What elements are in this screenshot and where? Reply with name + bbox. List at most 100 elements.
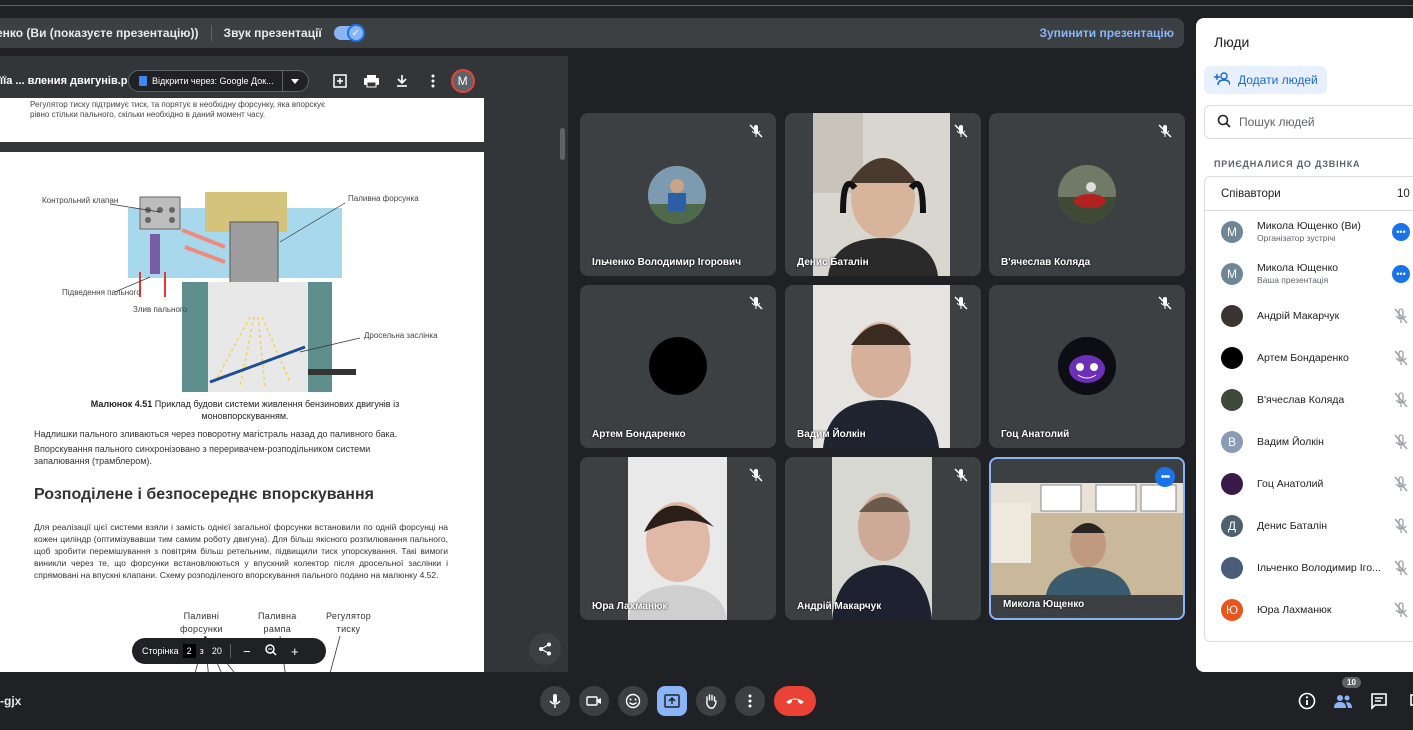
participant-tile[interactable]: Андрій Макарчук <box>785 457 981 620</box>
mic-off-icon[interactable] <box>1392 433 1410 451</box>
search-icon <box>1217 114 1231 131</box>
add-people-button[interactable]: Додати людей <box>1204 66 1327 94</box>
info-icon[interactable] <box>1296 690 1318 712</box>
chevron-down-icon[interactable] <box>281 70 308 92</box>
zoom-in-button[interactable]: + <box>287 644 303 659</box>
injection-diagram: Контрольний клапан Паливна форсунка Підв… <box>42 192 438 392</box>
participant-name: Артем Бондаренко <box>1257 352 1389 364</box>
divider <box>210 25 212 41</box>
joined-section-label: ПРИЄДНАЛИСЯ ДО ДЗВІНКА <box>1214 159 1361 169</box>
participant-name-text: Денис Баталін <box>1257 520 1328 532</box>
avatar <box>1221 473 1243 495</box>
chat-icon[interactable] <box>1368 690 1390 712</box>
raise-hand-button[interactable] <box>696 686 726 716</box>
participant-tile[interactable]: Денис Баталін <box>785 113 981 276</box>
video-feed <box>832 457 932 620</box>
add-comment-icon[interactable] <box>333 74 348 89</box>
participant-row[interactable]: Д Денис Баталін <box>1205 505 1413 547</box>
search-people-input[interactable]: Пошук людей <box>1204 105 1413 139</box>
mic-off-icon[interactable] <box>1392 517 1410 535</box>
group-header[interactable]: Співавтори 10 <box>1205 177 1413 211</box>
avatar <box>1221 557 1243 579</box>
participant-tile[interactable]: В'ячеслав Коляда <box>989 113 1185 276</box>
label-throttle: Дросельна заслінка <box>364 331 438 340</box>
video-feed <box>628 457 727 620</box>
google-docs-icon <box>139 76 147 86</box>
participant-name: Гоц Анатолий <box>1001 429 1070 440</box>
participant-name: Вадим Йолкін <box>797 429 866 440</box>
mic-off-icon[interactable] <box>1392 601 1410 619</box>
check-icon: ✓ <box>346 24 365 42</box>
presenter-label: енко (Ви (показуєте презентацію)) <box>0 26 199 40</box>
participant-row[interactable]: М Микола Ющенко (Ви) Організатор зустрічі •… <box>1205 211 1413 253</box>
more-options-button[interactable] <box>735 686 765 716</box>
zoom-fit-icon[interactable] <box>263 643 279 659</box>
participant-tile[interactable]: Артем Бондаренко <box>580 285 776 448</box>
group-label: Співавтори <box>1221 187 1281 200</box>
more-options-icon[interactable]: ••• <box>1392 265 1410 283</box>
participant-name-text: Микола Ющенко <box>1257 262 1339 274</box>
more-options-icon[interactable]: ••• <box>1392 223 1410 241</box>
participant-name: В'ячеслав Коляда <box>1257 394 1389 406</box>
participant-row[interactable]: Артем Бондаренко <box>1205 337 1413 379</box>
mic-off-icon[interactable] <box>1392 559 1410 577</box>
caption-number: Малюнок 4.51 <box>90 399 153 409</box>
participant-row[interactable]: В Вадим Йолкін <box>1205 421 1413 463</box>
participant-tile[interactable]: Вадим Йолкін <box>785 285 981 448</box>
video-feed <box>813 113 950 276</box>
camera-button[interactable] <box>579 686 609 716</box>
participant-name-text: Артем Бондаренко <box>1257 352 1349 364</box>
participant-row[interactable]: Гоц Анатолий <box>1205 463 1413 505</box>
activities-icon[interactable] <box>1404 690 1413 712</box>
mic-off-icon <box>1158 296 1172 310</box>
divider <box>229 644 231 658</box>
participant-tile[interactable]: Ільченко Володимир Ігорович <box>580 113 776 276</box>
mic-off-icon[interactable] <box>1392 475 1410 493</box>
more-options-icon[interactable]: ••• <box>1155 467 1175 487</box>
print-icon[interactable] <box>363 74 379 89</box>
participant-name: Микола Ющенко (Ви) Організатор зустрічі <box>1257 220 1389 244</box>
people-icon[interactable] <box>1332 690 1354 712</box>
present-button[interactable] <box>657 686 687 716</box>
open-with-button[interactable]: Відкрити через: Google Док... <box>128 70 309 92</box>
download-icon[interactable] <box>395 74 410 89</box>
pdf-title: її́а ... вления двигунів.pdf <box>0 75 128 87</box>
hand-icon <box>706 694 717 709</box>
top-border <box>0 0 1413 6</box>
participant-row[interactable]: Андрій Макарчук <box>1205 295 1413 337</box>
microphone-button[interactable] <box>540 686 570 716</box>
participant-tile[interactable]: Юра Лахманюк <box>580 457 776 620</box>
page-number-input[interactable]: 2 <box>182 644 196 658</box>
more-vert-icon[interactable] <box>426 74 441 89</box>
participant-row[interactable]: Ільченко Володимир Іго... <box>1205 547 1413 589</box>
sound-label: Звук презентації <box>223 26 322 40</box>
leave-call-button[interactable] <box>774 686 816 716</box>
avatar <box>649 337 707 395</box>
section-paragraph: Для реалізації цієї системи взяли і замі… <box>34 522 448 580</box>
participant-row[interactable]: М Микола Ющенко Ваша презентація ••• <box>1205 253 1413 295</box>
account-avatar[interactable]: M <box>450 69 475 93</box>
mic-off-icon[interactable] <box>1392 349 1410 367</box>
participant-name-text: Андрій Макарчук <box>1257 310 1340 322</box>
mic-off-icon[interactable] <box>1392 307 1410 325</box>
mic-off-icon <box>954 124 968 138</box>
text-line-1: Надлишки пального зливаються через повор… <box>34 429 398 439</box>
participant-row[interactable]: В'ячеслав Коляда <box>1205 379 1413 421</box>
participant-name: Гоц Анатолий <box>1257 478 1389 490</box>
reactions-button[interactable] <box>618 686 648 716</box>
zoom-out-button[interactable]: − <box>239 644 255 659</box>
participant-tile-self[interactable]: ••• Микола Ющенко <box>989 457 1185 620</box>
mic-off-icon <box>749 296 763 310</box>
pdf-scrollbar[interactable] <box>560 128 565 160</box>
participant-row[interactable]: Ю Юра Лахманюк <box>1205 589 1413 631</box>
page-navigation: Сторінка 2 з 20 − + <box>132 638 326 664</box>
share-icon[interactable] <box>529 633 561 665</box>
avatar: М <box>1221 221 1243 243</box>
participant-tile[interactable]: Гоц Анатолий <box>989 285 1185 448</box>
stop-presenting-button[interactable]: Зупинити презентацію <box>1039 26 1174 40</box>
hang-up-icon <box>786 698 804 704</box>
avatar: В <box>1221 431 1243 453</box>
sound-toggle[interactable]: ✓ <box>333 24 365 42</box>
camera-icon <box>586 696 601 706</box>
mic-off-icon[interactable] <box>1392 391 1410 409</box>
